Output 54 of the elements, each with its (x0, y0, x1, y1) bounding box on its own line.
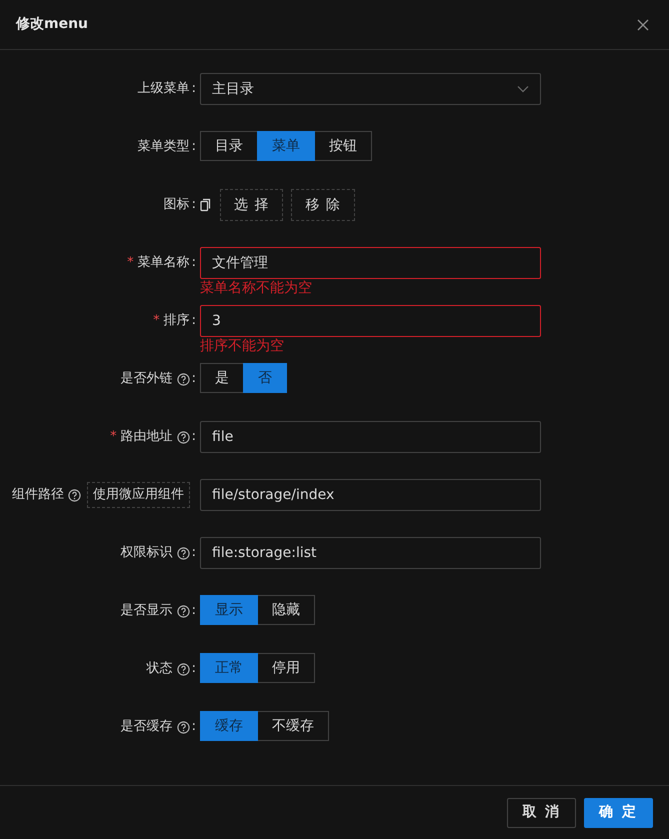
label-colon: : (192, 312, 196, 330)
segment-option[interactable]: 不缓存 (257, 711, 329, 741)
parent-menu-select[interactable]: 主目录 (200, 73, 541, 105)
chevron-down-icon (517, 85, 529, 93)
field-label: 状态 (146, 660, 173, 678)
help-icon (176, 546, 190, 560)
dashed-button[interactable]: 移 除 (291, 189, 355, 221)
dashed-button[interactable]: 选 择 (220, 189, 284, 221)
label-colon: : (192, 660, 196, 678)
help-icon (176, 372, 190, 386)
segment-option[interactable]: 停用 (257, 653, 315, 683)
label-colon: : (192, 196, 196, 214)
label-colon: : (192, 138, 196, 156)
label-colon: : (192, 254, 196, 272)
help-icon (176, 604, 190, 618)
input-field[interactable]: 3 (200, 305, 541, 337)
error-message: 菜单名称不能为空 (200, 279, 313, 298)
label-colon: : (192, 428, 196, 446)
label-colon: : (192, 370, 196, 388)
field-label: 排序 (164, 312, 190, 330)
cancel-button[interactable]: 取 消 (507, 798, 576, 828)
dialog-title: 修改menu (16, 15, 88, 34)
close-icon[interactable] (637, 18, 649, 30)
micro-app-button[interactable]: 使用微应用组件 (87, 482, 190, 508)
field-label: 上级菜单 (138, 80, 190, 98)
required-mark: * (153, 312, 160, 330)
error-message: 排序不能为空 (200, 337, 285, 356)
help-icon (68, 488, 81, 502)
field-label: 是否缓存 (120, 718, 173, 736)
input-field[interactable]: file (200, 421, 541, 453)
input-field[interactable]: file/storage/index (200, 479, 541, 511)
field-label: 是否外链 (120, 370, 173, 388)
input-field[interactable]: file:storage:list (200, 537, 541, 569)
help-icon (176, 430, 190, 444)
confirm-button[interactable]: 确 定 (584, 798, 653, 828)
input-field[interactable]: 文件管理 (200, 247, 541, 279)
field-label: 图标 (164, 196, 190, 214)
label-colon: : (192, 80, 196, 98)
label-colon: : (192, 718, 196, 736)
help-icon (176, 662, 190, 676)
required-mark: * (110, 428, 117, 446)
field-label: 组件路径 (12, 486, 64, 504)
required-mark: * (127, 254, 134, 272)
segment-option[interactable]: 按钮 (314, 131, 372, 161)
field-label: 菜单名称 (138, 254, 190, 272)
label-colon: : (192, 602, 196, 620)
copy-icon (200, 198, 212, 212)
field-label: 菜单类型 (138, 138, 190, 156)
label-colon: : (192, 544, 196, 562)
field-label: 权限标识 (120, 544, 173, 562)
help-icon (176, 720, 190, 734)
field-label: 路由地址 (120, 428, 173, 446)
field-label: 是否显示 (120, 602, 173, 620)
segment-option[interactable]: 隐藏 (257, 595, 315, 625)
